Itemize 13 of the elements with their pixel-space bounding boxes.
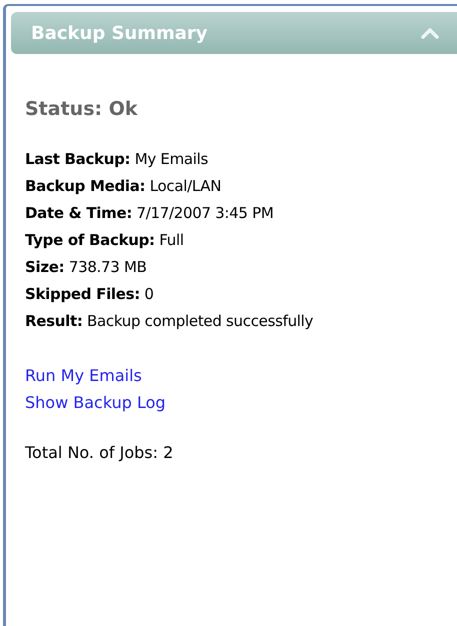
detail-line: Date & Time: 7/17/2007 3:45 PM xyxy=(25,203,275,224)
status-text: Status: Ok xyxy=(25,98,139,120)
detail-line: Last Backup: My Emails xyxy=(25,149,210,170)
detail-line: Type of Backup: Full xyxy=(25,230,185,251)
detail-line: Skipped Files: 0 xyxy=(25,284,155,305)
detail-line: Result: Backup completed successfully xyxy=(25,311,314,332)
detail-line: Backup Media: Local/LAN xyxy=(25,176,222,197)
panel-title: Backup Summary xyxy=(31,22,208,44)
detail-line: Size: 738.73 MB xyxy=(25,257,148,278)
action-link[interactable]: Run My Emails xyxy=(25,362,142,389)
total-jobs-text: Total No. of Jobs: 2 xyxy=(25,443,174,462)
collapse-icon[interactable] xyxy=(421,27,439,39)
action-link[interactable]: Show Backup Log xyxy=(25,389,166,416)
